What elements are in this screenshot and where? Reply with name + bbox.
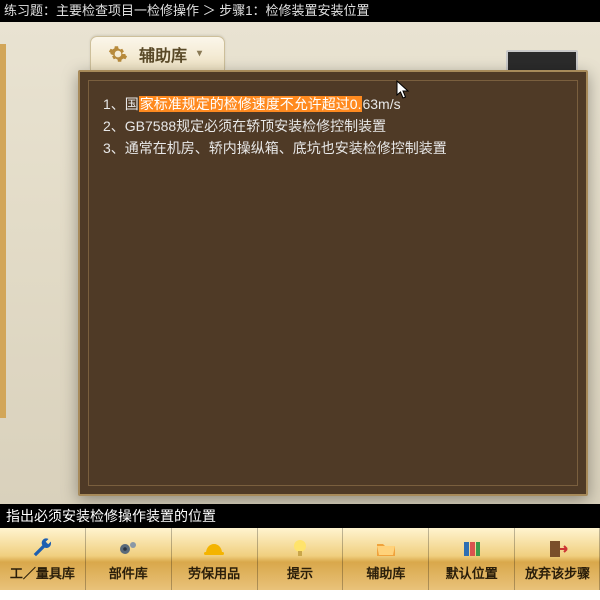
instruction-text: 指出必须安装检修操作装置的位置	[6, 508, 216, 524]
tool-hint-label: 提示	[287, 563, 313, 582]
tool-tools-lib-label: 工／量具库	[10, 563, 75, 582]
bulb-icon	[285, 536, 315, 562]
tool-ppe[interactable]: 劳保用品	[171, 528, 257, 590]
exit-icon	[543, 536, 573, 562]
panel-line-2: 2、GB7588规定必须在轿顶安装检修控制装置	[103, 115, 563, 137]
assist-panel-inner: 1、国家标准规定的检修速度不允许超过0.63m/s 2、GB7588规定必须在轿…	[88, 80, 578, 486]
bottom-gap	[0, 590, 600, 600]
tool-parts-lib-label: 部件库	[109, 563, 148, 582]
gears-icon	[113, 536, 143, 562]
breadcrumb-text: 练习题：主要检查项目一检修操作 ＞ 步骤1：检修装置安装位置	[4, 3, 369, 18]
panel-line-1-pre: 1、国	[103, 96, 139, 112]
tool-tools-lib[interactable]: 工／量具库	[0, 528, 85, 590]
panel-line-3-pre: 3、通常在机房、轿内操纵箱、底坑也安装检修控制装置	[103, 140, 447, 156]
tool-parts-lib[interactable]: 部件库	[85, 528, 171, 590]
stage: 辅助库 ▾ 1、国家标准规定的检修速度不允许超过0.63m/s 2、GB7588…	[0, 22, 600, 504]
breadcrumb: 练习题：主要检查项目一检修操作 ＞ 步骤1：检修装置安装位置	[0, 0, 600, 22]
tool-abandon-label: 放弃该步骤	[525, 563, 590, 582]
tool-abandon[interactable]: 放弃该步骤	[514, 528, 600, 590]
panel-line-1-post: 63m/s	[362, 96, 400, 112]
books-icon	[457, 536, 487, 562]
left-edge-strip	[0, 44, 6, 418]
assist-panel: 1、国家标准规定的检修速度不允许超过0.63m/s 2、GB7588规定必须在轿…	[78, 70, 588, 496]
wrench-icon	[27, 536, 57, 562]
chevron-down-icon: ▾	[197, 48, 202, 59]
tool-ppe-label: 劳保用品	[188, 563, 240, 582]
tool-hint[interactable]: 提示	[257, 528, 343, 590]
tool-default-pos[interactable]: 默认位置	[428, 528, 514, 590]
panel-line-1: 1、国家标准规定的检修速度不允许超过0.63m/s	[103, 93, 563, 115]
bottom-toolbar: 工／量具库 部件库 劳保用品 提示 辅助库	[0, 528, 600, 590]
app-root: 练习题：主要检查项目一检修操作 ＞ 步骤1：检修装置安装位置 辅助库 ▾ 1、国…	[0, 0, 600, 600]
folder-icon	[371, 536, 401, 562]
helmet-icon	[199, 536, 229, 562]
assist-panel-text[interactable]: 1、国家标准规定的检修速度不允许超过0.63m/s 2、GB7588规定必须在轿…	[89, 81, 577, 171]
instruction-bar: 指出必须安装检修操作装置的位置	[0, 504, 600, 528]
panel-line-3: 3、通常在机房、轿内操纵箱、底坑也安装检修控制装置	[103, 137, 563, 159]
tool-default-pos-label: 默认位置	[446, 563, 498, 582]
tool-assist-lib[interactable]: 辅助库	[342, 528, 428, 590]
tool-assist-lib-label: 辅助库	[366, 563, 405, 582]
panel-line-1-selection: 家标准规定的检修速度不允许超过0.	[139, 96, 363, 112]
assist-library-tab[interactable]: 辅助库 ▾	[90, 36, 225, 70]
assist-library-tab-label: 辅助库	[139, 42, 187, 66]
monitor-frame	[506, 50, 578, 72]
gear-icon	[103, 41, 133, 67]
panel-line-2-pre: 2、GB7588规定必须在轿顶安装检修控制装置	[103, 118, 386, 134]
